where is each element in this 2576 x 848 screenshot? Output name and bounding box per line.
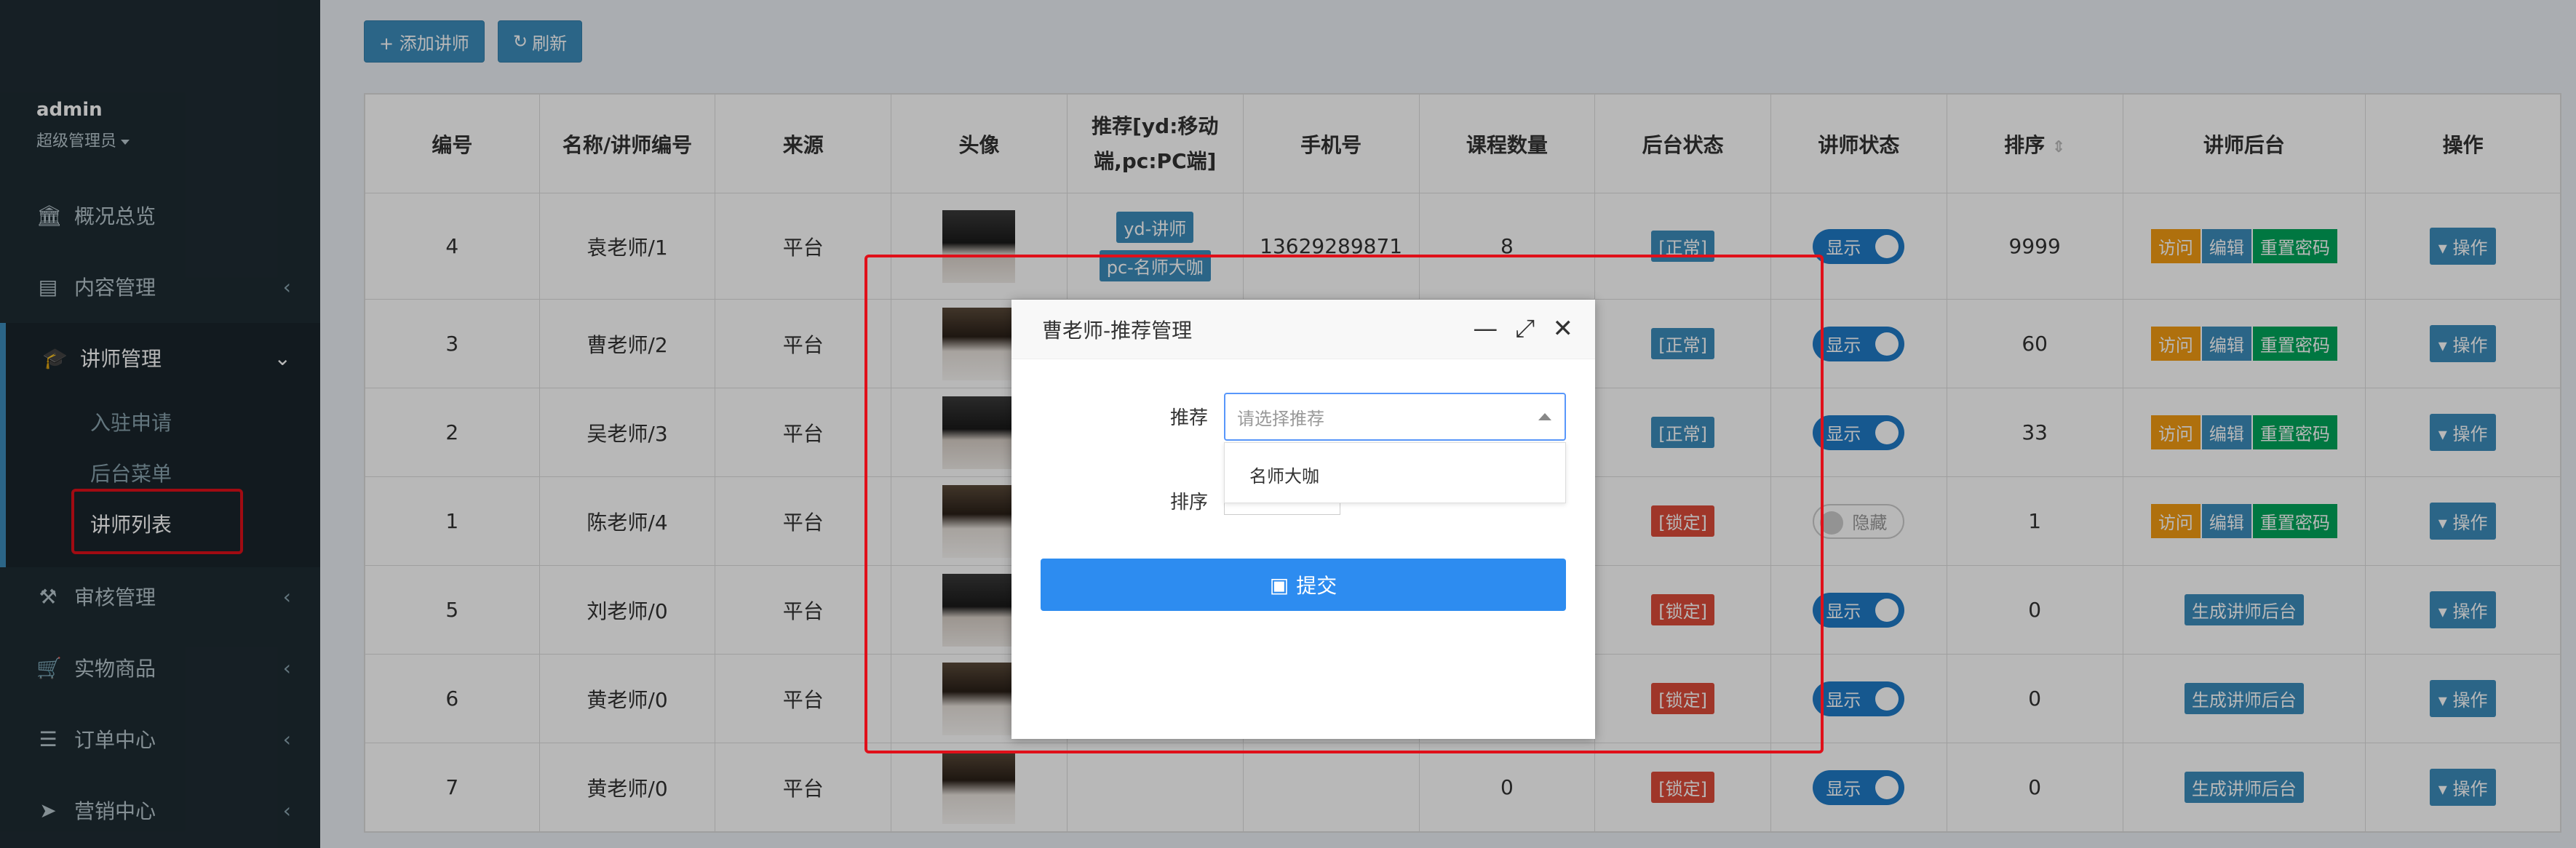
highlight-box-dialog xyxy=(864,255,1824,753)
